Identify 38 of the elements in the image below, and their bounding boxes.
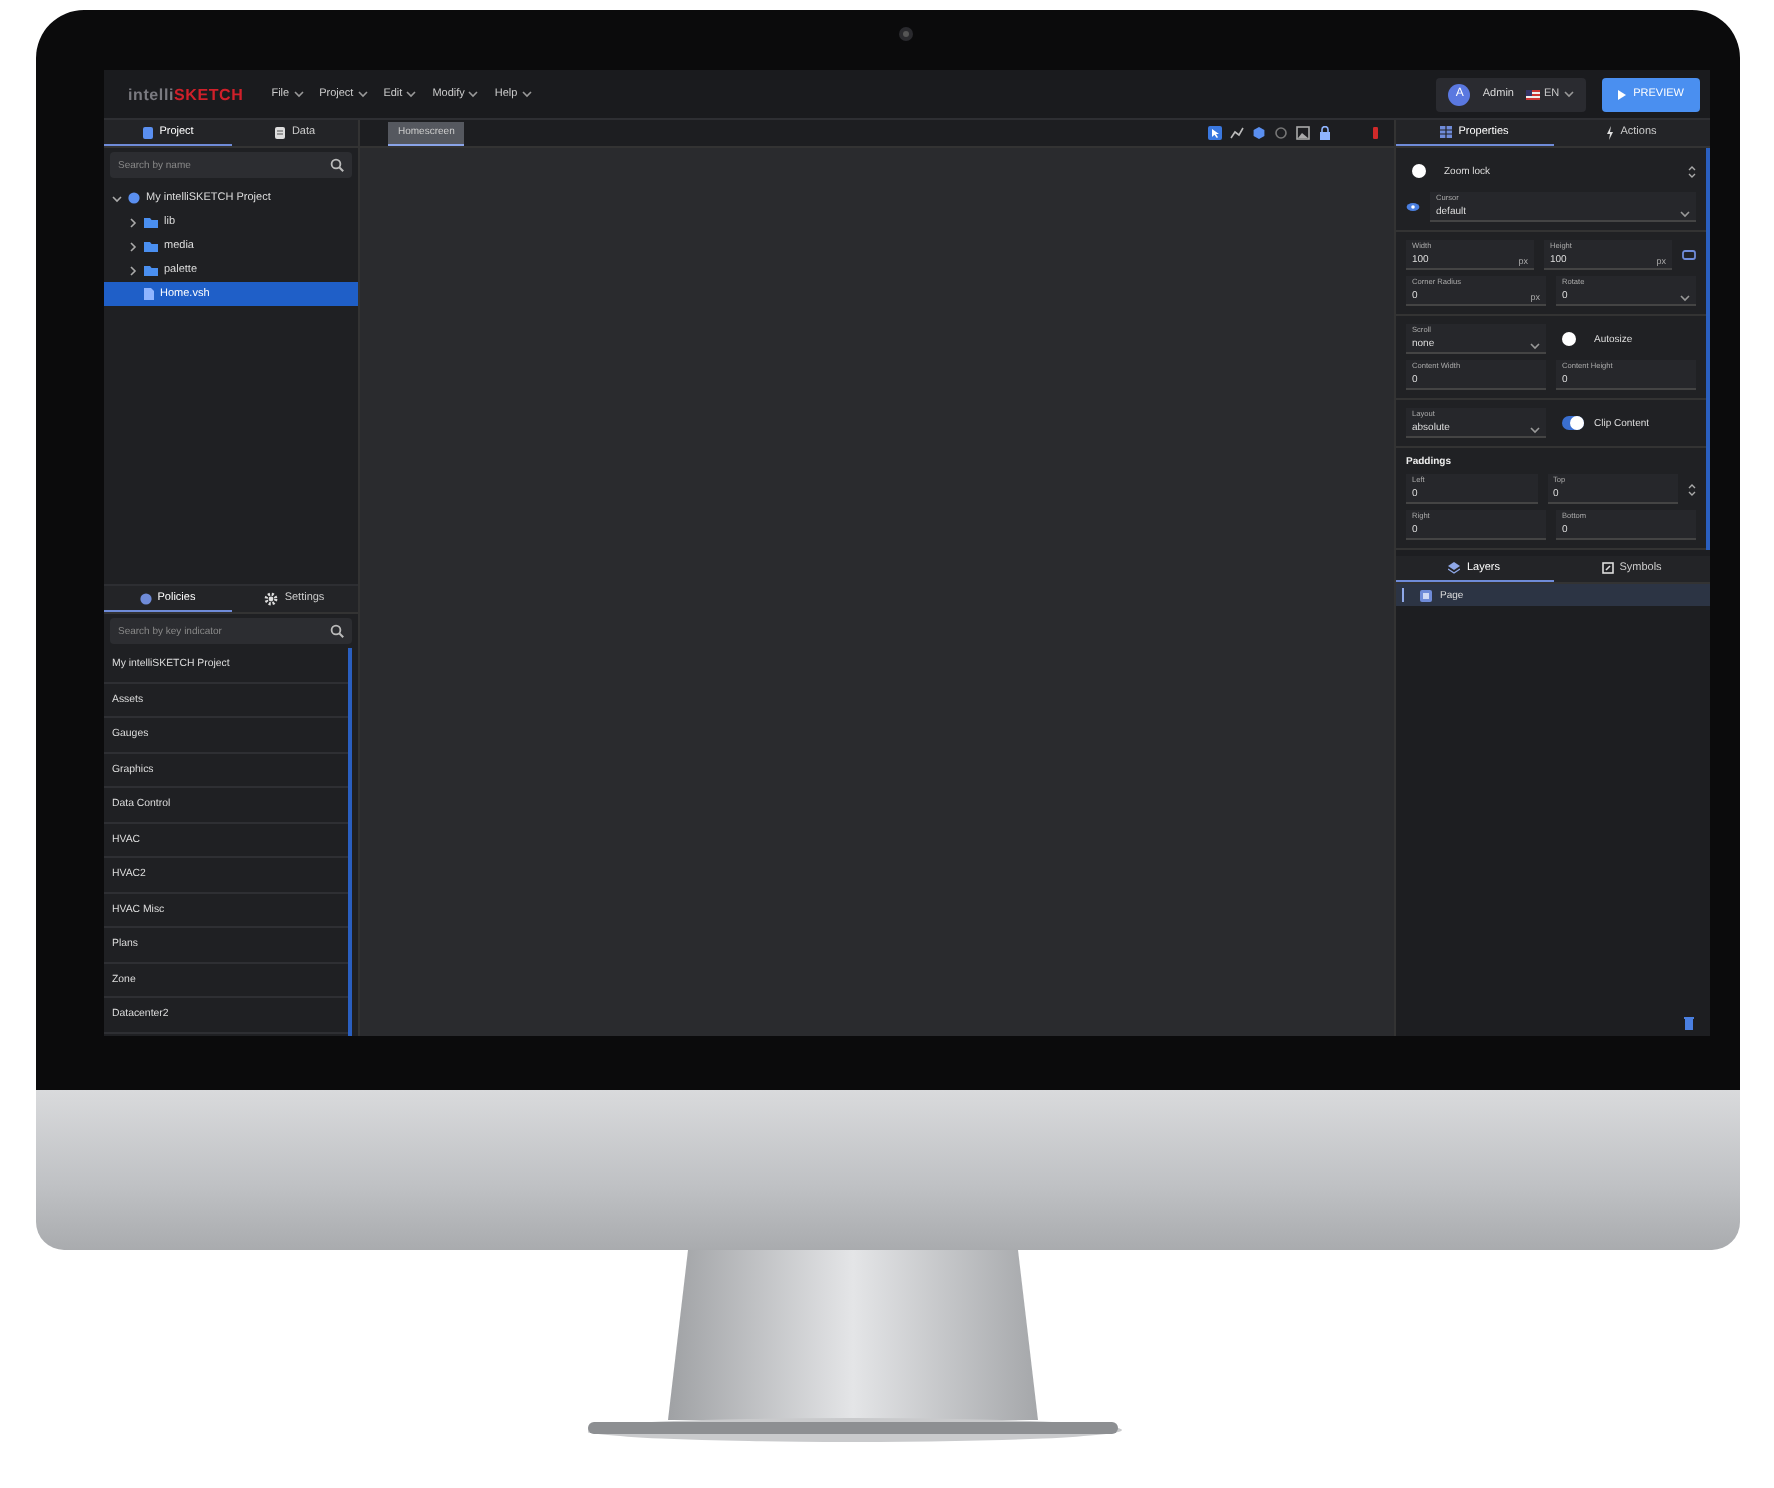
caret-icon [406, 90, 417, 98]
circle-icon[interactable] [1274, 126, 1288, 140]
hexagon-icon[interactable] [1252, 126, 1266, 140]
trash-icon[interactable] [1684, 1016, 1694, 1030]
caret-icon [1563, 90, 1574, 98]
project-icon [128, 192, 140, 204]
gear-icon [264, 591, 279, 605]
project-icon [141, 125, 154, 139]
caret-icon [1530, 342, 1540, 350]
bolt-icon [1606, 125, 1615, 139]
pointer-icon[interactable] [1208, 126, 1222, 140]
image-icon[interactable] [1296, 126, 1310, 140]
database-icon [273, 125, 286, 139]
search-icon [330, 624, 344, 638]
stepper-icon[interactable] [1688, 481, 1696, 497]
marker-icon[interactable] [1368, 126, 1382, 140]
layers-icon [1448, 562, 1461, 574]
caret-icon [1680, 294, 1690, 302]
caret-icon [521, 90, 532, 98]
caret-icon [1680, 210, 1690, 218]
caret-icon [1530, 426, 1540, 434]
stepper-icon[interactable] [1688, 163, 1696, 179]
app-logo: intelliSKETCH [128, 85, 244, 103]
caret-icon [468, 90, 479, 98]
symbol-icon [1601, 562, 1614, 574]
page-icon [1420, 589, 1432, 601]
lock-icon[interactable] [1318, 126, 1332, 140]
play-icon [1617, 89, 1626, 99]
eye-icon [1406, 202, 1420, 212]
file-icon [144, 288, 154, 300]
flag-icon [1525, 89, 1540, 99]
camera-icon [898, 26, 914, 42]
line-chart-icon[interactable] [1230, 126, 1244, 140]
caret-icon [357, 90, 368, 98]
link-icon[interactable] [1682, 250, 1696, 260]
grid-icon [1440, 126, 1453, 138]
caret-icon [293, 90, 304, 98]
search-icon [330, 158, 344, 172]
